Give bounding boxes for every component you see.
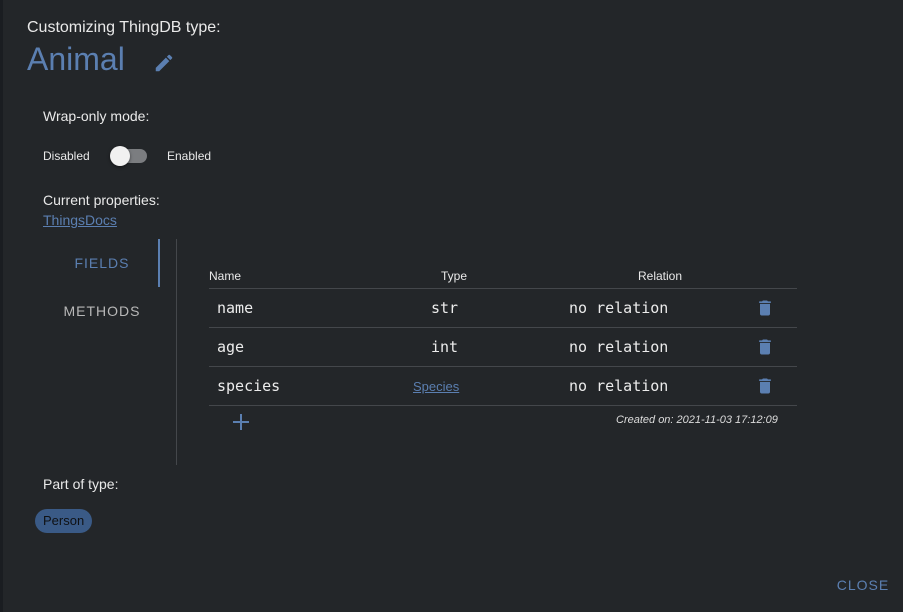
customize-type-dialog: Customizing ThingDB type: Animal Wrap-on… — [3, 0, 903, 612]
field-type-link[interactable]: Species — [413, 379, 459, 394]
field-name: name — [217, 299, 254, 317]
part-of-type-label: Part of type: — [43, 476, 119, 492]
trash-icon[interactable] — [755, 376, 775, 396]
dialog-subtitle: Customizing ThingDB type: — [27, 19, 221, 36]
field-name: species — [217, 377, 281, 395]
pencil-icon[interactable] — [153, 52, 175, 74]
field-relation: no relation — [569, 338, 669, 356]
field-name: age — [217, 338, 245, 356]
close-button[interactable]: CLOSE — [831, 577, 895, 597]
column-header-relation: Relation — [638, 269, 683, 283]
field-relation: no relation — [569, 377, 669, 395]
current-properties-label: Current properties: — [43, 192, 160, 208]
plus-icon[interactable] — [231, 412, 251, 432]
switch-enabled-label: Enabled — [167, 149, 212, 163]
created-on-text: Created on: 2021-11-03 17:12:09 — [616, 414, 778, 426]
field-relation: no relation — [569, 299, 669, 317]
property-tabs: FIELDS METHODS — [43, 239, 161, 335]
table-row: age int no relation — [209, 328, 797, 367]
wrap-only-toggle[interactable] — [109, 146, 149, 166]
column-header-name: Name — [209, 269, 242, 283]
type-chip[interactable]: Person — [35, 509, 93, 533]
things-docs-link[interactable]: ThingsDocs — [43, 212, 117, 228]
wrap-only-label: Wrap-only mode: — [43, 108, 150, 124]
tab-fields[interactable]: FIELDS — [43, 239, 161, 287]
trash-icon[interactable] — [755, 337, 775, 357]
fields-table: Name Type Relation name str no relation … — [209, 267, 797, 406]
field-type: str — [431, 299, 459, 317]
type-name-title: Animal — [27, 41, 125, 77]
field-type: int — [431, 338, 459, 356]
toggle-thumb — [110, 146, 130, 166]
column-header-type: Type — [441, 269, 468, 283]
active-tab-indicator — [158, 239, 160, 287]
trash-icon[interactable] — [755, 298, 775, 318]
table-header: Name Type Relation — [209, 267, 797, 289]
table-row: species Species no relation — [209, 367, 797, 406]
vertical-divider — [176, 239, 177, 465]
switch-disabled-label: Disabled — [43, 149, 90, 163]
table-row: name str no relation — [209, 289, 797, 328]
tab-methods[interactable]: METHODS — [43, 287, 161, 335]
